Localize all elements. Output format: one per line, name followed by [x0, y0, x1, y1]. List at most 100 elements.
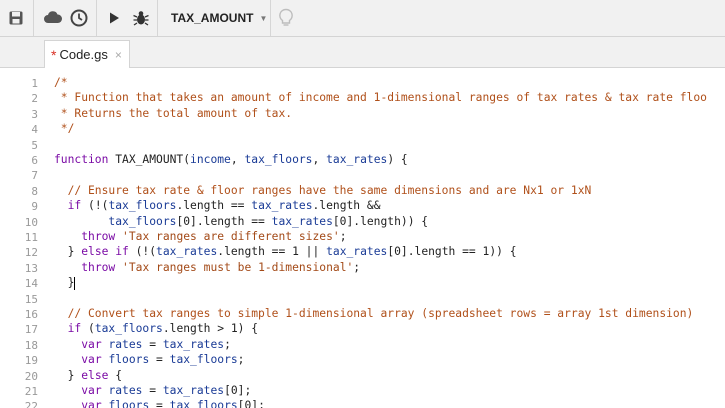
- unsaved-marker: *: [51, 46, 57, 63]
- function-select-label: TAX_AMOUNT: [171, 11, 254, 25]
- line-number: 13: [24, 261, 38, 275]
- code-line[interactable]: }: [54, 276, 76, 290]
- code-token: floors: [108, 353, 150, 367]
- code-line[interactable]: if (tax_floors.length > 1) {: [54, 322, 258, 335]
- code-token: 'Tax ranges must be 1-dimensional': [122, 260, 354, 274]
- code-token: var: [81, 353, 102, 367]
- line-number: 22: [24, 400, 38, 408]
- line-number: 9: [31, 200, 38, 214]
- code-token: =: [149, 353, 170, 367]
- toolbar-divider: [96, 0, 97, 36]
- clock-icon: [70, 9, 88, 27]
- function-select[interactable]: TAX_AMOUNT ▼: [160, 5, 268, 31]
- code-token: =: [142, 337, 163, 351]
- tab-code-gs[interactable]: * Code.gs ×: [44, 40, 130, 68]
- code-token: tax_floors: [94, 322, 163, 336]
- code-token: [0];: [237, 399, 265, 408]
- code-token: ;: [339, 230, 347, 243]
- code-token: [0].length == 1)) {: [387, 245, 517, 259]
- code-token: // Convert tax ranges to simple 1-dimens…: [54, 307, 694, 320]
- code-line[interactable]: throw 'Tax ranges are different sizes';: [54, 230, 347, 243]
- code-line[interactable]: var floors = tax_floors[0];: [54, 399, 265, 408]
- code-line[interactable]: * Function that takes an amount of incom…: [54, 91, 707, 104]
- line-number: 2: [31, 92, 38, 106]
- code-token: rates: [108, 337, 143, 351]
- code-token: =: [149, 399, 170, 408]
- code-token: throw: [81, 260, 116, 274]
- line-number: 4: [31, 123, 38, 137]
- chevron-down-icon: ▼: [259, 13, 268, 23]
- code-token: tax_floors: [108, 199, 177, 213]
- code-token: * Function that takes an amount of incom…: [54, 91, 707, 105]
- code-token: .length == 1 ||: [217, 245, 327, 259]
- code-token: throw: [81, 230, 116, 243]
- save-icon: [9, 11, 23, 25]
- code-token: var: [81, 337, 102, 351]
- code-token: function: [54, 153, 109, 166]
- run-button[interactable]: [102, 5, 126, 31]
- code-token: tax_rates: [156, 245, 218, 259]
- code-token: (!(: [128, 245, 157, 259]
- line-number: 1: [31, 77, 38, 90]
- triggers-button[interactable]: [67, 5, 91, 31]
- code-line[interactable]: */: [54, 122, 75, 135]
- code-line[interactable]: throw 'Tax ranges must be 1-dimensional'…: [54, 261, 360, 274]
- execution-hints-button[interactable]: [274, 5, 298, 31]
- line-number: 6: [31, 154, 38, 167]
- code-token: tax_rates: [251, 199, 313, 213]
- line-number: 12: [24, 246, 38, 260]
- code-line[interactable]: var floors = tax_floors;: [54, 353, 244, 366]
- code-token: ) {: [387, 153, 408, 166]
- text-cursor: [74, 276, 76, 290]
- code-line[interactable]: /*: [54, 76, 68, 89]
- publish-button[interactable]: [40, 5, 66, 31]
- code-line[interactable]: * Returns the total amount of tax.: [54, 107, 292, 120]
- code-token: if: [67, 322, 82, 336]
- code-line[interactable]: function TAX_AMOUNT(income, tax_floors, …: [54, 153, 408, 166]
- toolbar-divider: [270, 0, 271, 36]
- save-button[interactable]: [4, 5, 28, 31]
- code-token: ,: [312, 153, 327, 166]
- code-token: (!(: [81, 199, 109, 213]
- code-token: else if: [81, 245, 129, 259]
- code-token: var: [81, 384, 102, 397]
- code-token: }: [54, 368, 82, 382]
- code-line[interactable]: var rates = tax_rates[0];: [54, 384, 251, 397]
- code-token: rates: [108, 384, 143, 397]
- toolbar-divider: [33, 0, 34, 36]
- line-number: 21: [24, 385, 38, 398]
- code-token: =: [142, 384, 163, 397]
- code-line[interactable]: tax_floors[0].length == tax_rates[0].len…: [54, 215, 428, 228]
- code-line[interactable]: if (!(tax_floors.length == tax_rates.len…: [54, 199, 381, 212]
- code-token: * Returns the total amount of tax.: [54, 106, 293, 120]
- code-token: {: [108, 368, 123, 382]
- code-line[interactable]: // Convert tax ranges to simple 1-dimens…: [54, 307, 694, 320]
- code-line[interactable]: } else {: [54, 369, 122, 382]
- line-number: 17: [24, 323, 38, 337]
- code-token: tax_floors: [169, 399, 238, 408]
- code-editor[interactable]: 1 2 3 4 5 6 7 8 9 10 11 12 13 14 15 16 17 18 19 20 21 22 /* *…: [0, 68, 725, 408]
- file-tabs: * Code.gs ×: [0, 37, 725, 68]
- code-line[interactable]: // Ensure tax rate & floor ranges have t…: [54, 184, 592, 197]
- code-token: TAX_AMOUNT(: [108, 153, 191, 166]
- code-line[interactable]: } else if (!(tax_rates.length == 1 || ta…: [54, 245, 517, 258]
- code-line[interactable]: var rates = tax_rates;: [54, 338, 231, 351]
- cloud-icon: [44, 11, 63, 23]
- code-token: (: [81, 322, 95, 336]
- code-token: tax_rates: [162, 337, 225, 351]
- code-token: tax_rates: [271, 214, 333, 228]
- toolbar: TAX_AMOUNT ▼: [0, 0, 725, 37]
- code-token: income: [190, 153, 231, 166]
- code-token: var: [81, 399, 102, 408]
- debug-button[interactable]: [128, 5, 154, 31]
- line-number: 20: [24, 369, 38, 383]
- code-token: if: [67, 199, 82, 213]
- line-number: 5: [31, 138, 38, 152]
- close-icon[interactable]: ×: [115, 48, 122, 62]
